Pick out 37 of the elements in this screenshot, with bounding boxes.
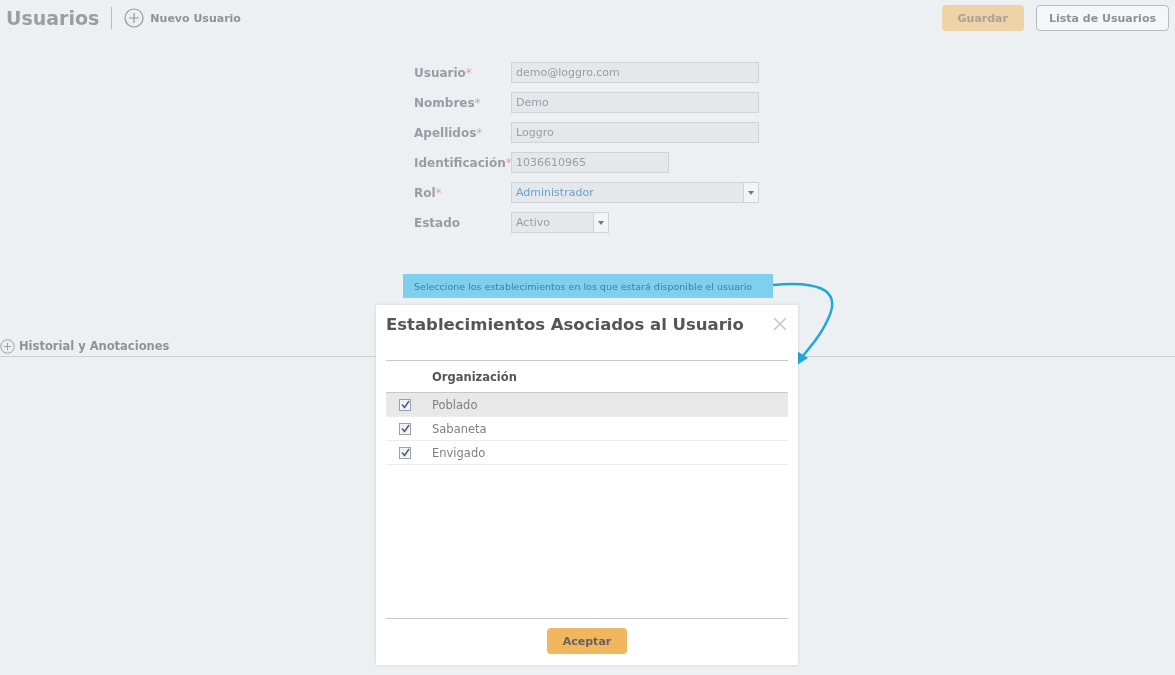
table-cell: Poblado	[432, 397, 478, 412]
dropdown-icon	[598, 220, 604, 225]
required-mark: *	[474, 95, 481, 110]
history-section-toggle[interactable]: Historial y Anotaciones	[0, 338, 170, 354]
field-label: Identificación	[414, 155, 506, 170]
field-label: Rol	[414, 185, 436, 200]
required-mark: *	[476, 125, 483, 140]
new-user-button[interactable]: Nuevo Usuario	[124, 8, 241, 28]
checkbox[interactable]	[399, 422, 411, 435]
select-field[interactable]: Administrador	[511, 182, 759, 203]
table-row[interactable]: Poblado	[386, 393, 788, 417]
column-header[interactable]: Organización	[432, 369, 517, 384]
dropdown-icon	[748, 190, 754, 195]
plus-icon	[124, 8, 145, 28]
required-mark: *	[465, 65, 472, 80]
field-label: Nombres	[414, 95, 475, 110]
checkbox[interactable]	[399, 446, 411, 459]
input-field[interactable]: 1036610965	[511, 152, 669, 173]
field-label: Estado	[414, 215, 460, 230]
plus-icon	[0, 338, 15, 354]
input-field[interactable]: Demo	[511, 92, 759, 113]
field-label: Apellidos	[414, 125, 477, 140]
table-cell: Sabaneta	[432, 421, 487, 436]
hint-callout: Seleccione los establecimientos en los que estará disponible el usuario	[403, 274, 773, 298]
required-mark: *	[505, 155, 512, 170]
dialog-title: Establecimientos Asociados al Usuario	[386, 314, 744, 334]
page-title: Usuarios	[6, 7, 113, 29]
input-field[interactable]: demo@loggro.com	[511, 62, 759, 83]
close-icon	[772, 316, 788, 332]
checkbox[interactable]	[399, 398, 411, 411]
select-field[interactable]: Activo	[511, 212, 609, 233]
required-mark: *	[435, 185, 442, 200]
field-label: Usuario	[414, 65, 466, 80]
accept-button[interactable]: Aceptar	[547, 628, 627, 654]
user-list-button[interactable]: Lista de Usuarios	[1035, 5, 1169, 31]
table-cell: Envigado	[432, 445, 486, 460]
input-field[interactable]: Loggro	[511, 122, 759, 143]
